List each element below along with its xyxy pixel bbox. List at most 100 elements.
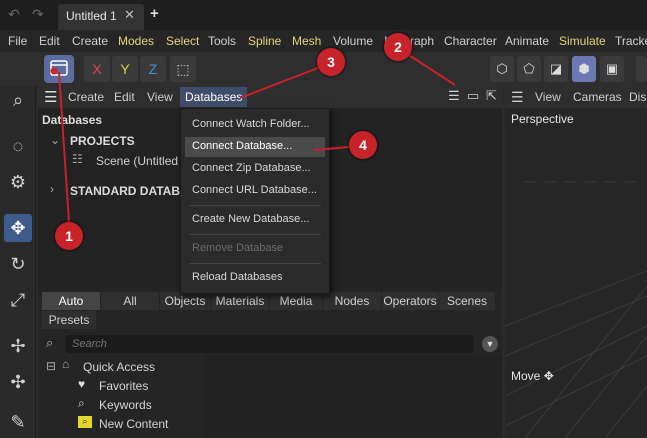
asset-browser-button[interactable] <box>44 55 74 83</box>
z-axis-button[interactable]: Z <box>140 56 166 82</box>
points-mode-icon[interactable]: ⬠ <box>517 56 541 82</box>
asset-browser-icon <box>50 60 68 76</box>
tab-operators[interactable]: Operators <box>382 292 438 310</box>
brush-icon[interactable]: ✎ <box>4 408 32 436</box>
scale-tool-icon[interactable]: ⤢ <box>4 286 32 314</box>
hamburger-menu-icon[interactable]: ☰ <box>511 89 524 106</box>
viewport-menu-cameras[interactable]: Cameras <box>573 90 622 104</box>
databases-dropdown: Connect Watch Folder... Connect Database… <box>180 108 330 294</box>
tab-media[interactable]: Media <box>270 292 322 310</box>
tree-standard-databases[interactable]: STANDARD DATABAS <box>70 184 197 198</box>
search-icon[interactable]: ⌕ <box>4 86 32 114</box>
move-points-icon[interactable]: ✢ <box>4 332 32 360</box>
menu-divider <box>189 234 321 235</box>
collapse-icon[interactable]: ⊟ <box>46 359 56 373</box>
asset-grid <box>204 356 502 438</box>
more-modes-icon[interactable] <box>636 56 647 82</box>
tab-auto[interactable]: Auto <box>42 292 100 310</box>
document-tab[interactable]: Untitled 1 ✕ <box>58 4 144 30</box>
menu-item-connect-zip-database[interactable]: Connect Zip Database... <box>185 159 325 179</box>
new-content-icon: ⌕ <box>78 416 92 428</box>
uv-mode-icon[interactable]: ▣ <box>600 56 624 82</box>
x-axis-button[interactable]: X <box>84 56 110 82</box>
minimize-icon[interactable]: ▭ <box>467 88 479 104</box>
menu-mesh[interactable]: Mesh <box>292 34 321 48</box>
annotation-badge-4: 4 <box>349 131 377 159</box>
hamburger-menu-icon[interactable]: ☰ <box>44 88 57 106</box>
tab-materials[interactable]: Materials <box>211 292 269 310</box>
menu-item-create-new-database[interactable]: Create New Database... <box>185 210 325 230</box>
undock-icon[interactable]: ⇱ <box>486 88 497 104</box>
viewport-menu-view[interactable]: View <box>535 90 561 104</box>
menu-databases[interactable]: Databases <box>180 87 248 107</box>
chevron-right-icon[interactable]: › <box>50 182 54 196</box>
move-icon: ✥ <box>543 369 554 383</box>
annotation-badge-1: 1 <box>55 222 83 250</box>
viewport-header: ☰ View Cameras Disp <box>505 86 647 108</box>
menu-create[interactable]: Create <box>68 90 104 104</box>
viewport-panel[interactable]: ☰ View Cameras Disp Perspective Move ✥ <box>505 86 647 438</box>
menu-item-reload-databases[interactable]: Reload Databases <box>185 268 325 288</box>
heart-icon: ♥ <box>78 377 86 391</box>
tab-nodes[interactable]: Nodes <box>323 292 381 310</box>
search-icon: ⌕ <box>46 335 54 350</box>
tree-quick-access[interactable]: Quick Access <box>83 360 155 374</box>
chevron-down-icon[interactable]: ⌄ <box>50 133 60 147</box>
menu-file[interactable]: File <box>8 34 27 48</box>
annotation-badge-3: 3 <box>317 48 345 76</box>
tree-favorites[interactable]: Favorites <box>99 379 148 393</box>
redo-icon[interactable]: ↷ <box>32 6 44 23</box>
live-selection-icon[interactable]: ◌ <box>4 132 32 160</box>
tab-objects[interactable]: Objects <box>160 292 210 310</box>
menu-select[interactable]: Select <box>166 34 199 48</box>
tree-keywords[interactable]: Keywords <box>99 398 152 412</box>
menu-edit[interactable]: Edit <box>114 90 135 104</box>
menu-volume[interactable]: Volume <box>333 34 373 48</box>
menu-character[interactable]: Character <box>444 34 497 48</box>
polygons-mode-icon[interactable]: ⬢ <box>572 56 596 82</box>
tree-projects[interactable]: PROJECTS <box>70 134 135 148</box>
tree-title: Databases <box>42 113 103 127</box>
new-tab-button[interactable]: + <box>150 5 159 22</box>
model-mode-icon[interactable]: ⬡ <box>490 56 514 82</box>
menu-animate[interactable]: Animate <box>505 34 549 48</box>
menu-divider <box>189 263 321 264</box>
quick-access-tree: ⊟ ⌂ Quick Access ♥ Favorites ⌕ Keywords … <box>42 356 202 438</box>
move-tool-icon[interactable]: ✥ <box>4 214 32 242</box>
transform-icon[interactable]: ✣ <box>4 368 32 396</box>
y-axis-button[interactable]: Y <box>112 56 138 82</box>
menu-modes[interactable]: Modes <box>118 34 154 48</box>
database-icon[interactable]: ☰ <box>448 88 460 104</box>
menu-item-connect-watch-folder[interactable]: Connect Watch Folder... <box>185 115 325 135</box>
tool-palette: ⌕ ◌ ⚙ ✥ ↻ ⤢ ✢ ✣ ✎ <box>0 86 36 438</box>
menu-tracker[interactable]: Tracke <box>615 34 647 48</box>
tweak-icon[interactable]: ⚙ <box>4 168 32 196</box>
menu-item-connect-database[interactable]: Connect Database... <box>185 137 325 157</box>
tree-scene[interactable]: Scene (Untitled 1 <box>96 154 188 168</box>
menu-edit[interactable]: Edit <box>39 34 60 48</box>
rotate-tool-icon[interactable]: ↻ <box>4 250 32 278</box>
tab-all[interactable]: All <box>101 292 159 310</box>
annotation-badge-2: 2 <box>384 33 412 61</box>
close-icon[interactable]: ✕ <box>124 7 135 23</box>
menu-create[interactable]: Create <box>72 34 108 48</box>
search-options-icon[interactable]: ▼ <box>482 336 498 352</box>
menu-tools[interactable]: Tools <box>208 34 236 48</box>
tab-presets[interactable]: Presets <box>42 311 96 329</box>
search-field[interactable] <box>66 335 474 353</box>
undo-icon[interactable]: ↶ <box>8 6 20 23</box>
menu-simulate[interactable]: Simulate <box>559 34 606 48</box>
tree-new-content[interactable]: New Content <box>99 417 168 431</box>
title-bar: ↶ ↷ Untitled 1 ✕ + <box>0 0 647 30</box>
menu-spline[interactable]: Spline <box>248 34 281 48</box>
viewport-menu-display[interactable]: Disp <box>629 90 647 104</box>
edges-mode-icon[interactable]: ◪ <box>544 56 568 82</box>
menu-view[interactable]: View <box>147 90 173 104</box>
coordinate-system-icon[interactable]: ⬚ <box>170 56 196 82</box>
document-tab-label: Untitled 1 <box>66 9 117 23</box>
database-icon: ☷ <box>72 152 83 166</box>
menu-item-remove-database: Remove Database <box>192 242 284 254</box>
tab-scenes[interactable]: Scenes <box>439 292 495 310</box>
search-input[interactable] <box>66 335 474 353</box>
menu-item-connect-url-database[interactable]: Connect URL Database... <box>185 181 325 201</box>
